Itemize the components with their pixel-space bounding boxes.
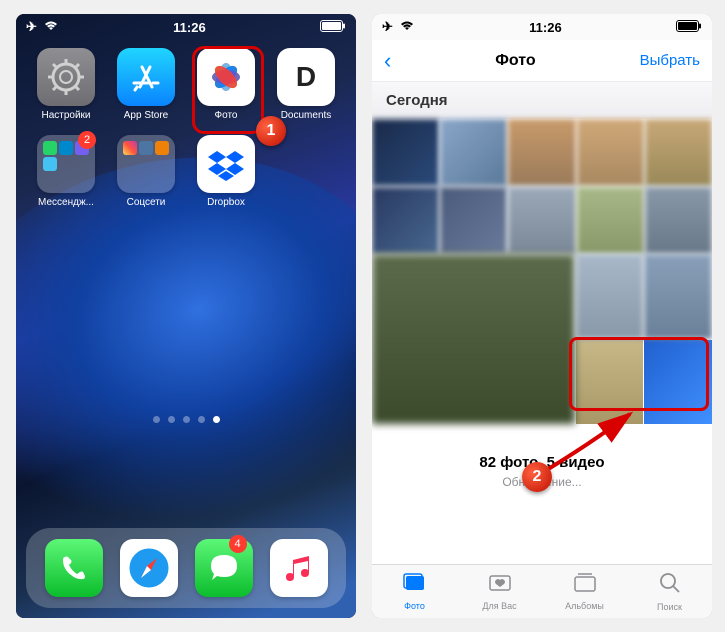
battery-icon [676,20,702,35]
status-bar: ✈ 11:26 [16,14,356,40]
dock-safari[interactable] [120,539,178,597]
wifi-icon [399,20,415,35]
dock-messages[interactable]: 4 [195,539,253,597]
badge: 4 [229,535,247,553]
appstore-icon [117,48,175,106]
music-icon [270,539,328,597]
photo-thumb[interactable] [372,187,439,254]
photo-thumb-tech[interactable] [644,340,712,425]
status-bar: ✈ 11:26 [372,14,712,40]
nav-bar: ‹ Фото Выбрать [372,40,712,82]
section-header-today: Сегодня [372,82,712,119]
photo-thumb[interactable] [440,187,507,254]
dock-phone[interactable] [45,539,103,597]
photo-thumb[interactable] [645,119,712,186]
photo-thumb[interactable] [508,187,575,254]
folder-messengers[interactable]: 2 Мессендж... [30,135,102,208]
safari-icon [120,539,178,597]
gear-icon [37,48,95,106]
annotation-callout-2: 2 [522,462,552,492]
airplane-mode-icon: ✈ [26,19,37,35]
photo-thumb[interactable] [577,187,644,254]
photos-tab-icon [403,573,427,599]
app-settings[interactable]: Настройки [30,48,102,121]
app-photos[interactable]: Фото [190,48,262,121]
phone-photos-app: ✈ 11:26 ‹ Фото Выбрать Сегодня [372,14,712,618]
select-button[interactable]: Выбрать [640,52,700,69]
dropbox-icon [197,135,255,193]
annotation-callout-1: 1 [256,116,286,146]
phone-icon [45,539,103,597]
badge: 2 [78,131,96,149]
tab-search[interactable]: Поиск [627,565,712,618]
photo-thumb[interactable] [645,187,712,254]
photo-thumb[interactable] [440,119,507,186]
documents-icon: D [277,48,335,106]
photos-icon [197,48,255,106]
dock-music[interactable] [270,539,328,597]
photo-thumb[interactable] [644,254,712,339]
photo-thumb[interactable] [372,119,439,186]
tab-for-you[interactable]: Для Вас [457,565,542,618]
tab-albums[interactable]: Альбомы [542,565,627,618]
foryou-tab-icon [489,573,511,599]
status-time: 11:26 [529,20,562,35]
photo-thumb[interactable] [508,119,575,186]
photo-grid[interactable] [372,119,712,254]
tab-bar: Фото Для Вас Альбомы Поиск [372,564,712,618]
photo-thumb-animal[interactable] [576,340,644,425]
folder-social[interactable]: Соцсети [110,135,182,208]
dock: 4 [26,528,346,608]
photo-thumb[interactable] [576,254,644,339]
status-time: 11:26 [173,20,206,35]
phone-home-screen: ✈ 11:26 Настройки [16,14,356,618]
photo-grid-featured [372,254,712,424]
photo-featured[interactable] [372,254,575,424]
wifi-icon [43,20,59,35]
back-button[interactable]: ‹ [384,48,391,74]
app-documents[interactable]: D Documents [270,48,342,121]
folder-icon [117,135,175,193]
albums-tab-icon [574,573,596,599]
battery-icon [320,20,346,35]
page-indicator[interactable] [16,416,356,423]
nav-title: Фото [495,52,535,70]
tab-photos[interactable]: Фото [372,565,457,618]
photo-thumb[interactable] [577,119,644,186]
airplane-mode-icon: ✈ [382,19,393,35]
search-icon [659,572,681,600]
app-appstore[interactable]: App Store [110,48,182,121]
app-dropbox[interactable]: Dropbox [190,135,262,208]
